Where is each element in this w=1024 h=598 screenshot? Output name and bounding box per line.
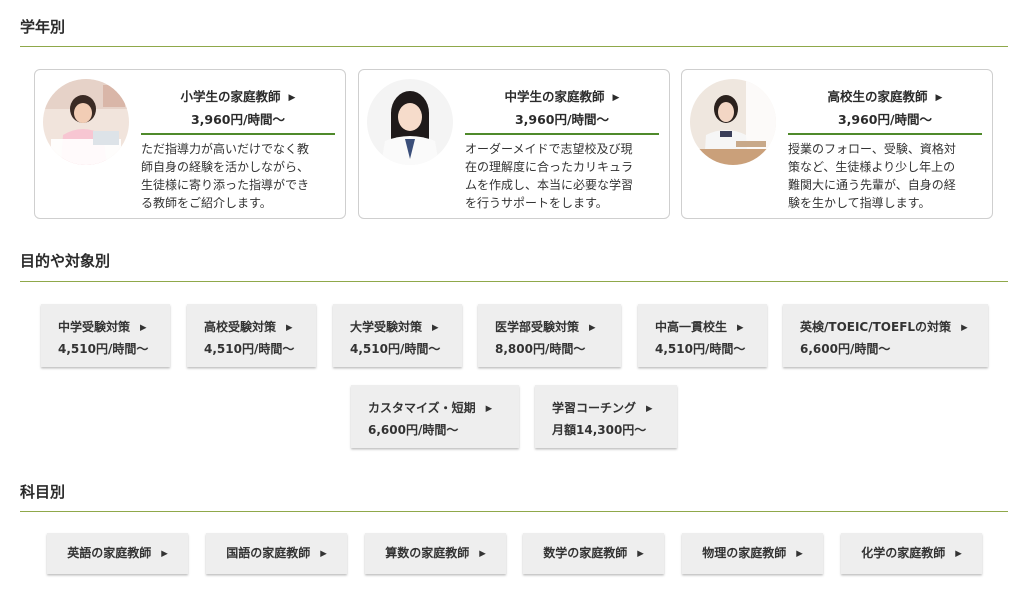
subject-item-math[interactable]: 数学の家庭教師 ▶ (523, 533, 664, 574)
caret-right-icon: ▶ (637, 549, 644, 559)
purpose-item-price: 4,510円/時間～ (58, 342, 149, 356)
caret-right-icon: ▶ (485, 404, 493, 414)
caret-right-icon: ▶ (955, 549, 962, 559)
subject-item-physics[interactable]: 物理の家庭教師 ▶ (682, 533, 823, 574)
subject-item-arithmetic[interactable]: 算数の家庭教師 ▶ (365, 533, 506, 574)
purpose-item-university-exam[interactable]: 大学受験対策 ▶ 4,510円/時間～ (333, 304, 462, 367)
section-title-subject: 科目別 (20, 483, 66, 501)
caret-right-icon: ▶ (737, 323, 744, 333)
grade-card-description: オーダーメイドで志望校及び現 在の理解度に合ったカリキュラ ムを作成し、本当に必… (465, 142, 634, 210)
caret-right-icon: ▶ (140, 323, 147, 333)
purpose-item-price: 4,510円/時間～ (350, 342, 441, 356)
card-divider (141, 133, 335, 135)
purpose-item-english-tests[interactable]: 英検/TOEIC/TOEFLの対策 ▶ 6,600円/時間～ (783, 304, 988, 367)
purpose-item-price: 月額14,300円～ (552, 423, 647, 437)
card-divider (788, 133, 982, 135)
grade-card-title: 中学生の家庭教師 (504, 89, 605, 104)
section-divider-subject (20, 511, 1008, 512)
caret-right-icon: ▶ (286, 323, 293, 333)
elementary-student-photo (43, 79, 129, 165)
grade-card-high-school[interactable]: 高校生の家庭教師 ▶ 3,960円/時間～ 授業のフォロー、受験、資格対 策など、… (681, 69, 993, 219)
purpose-item-price: 4,510円/時間～ (655, 342, 746, 356)
caret-right-icon: ▶ (646, 404, 653, 414)
subject-item-japanese[interactable]: 国語の家庭教師 ▶ (206, 533, 347, 574)
subject-item-chemistry[interactable]: 化学の家庭教師 ▶ (841, 533, 982, 574)
purpose-item-learning-coaching[interactable]: 学習コーチング ▶ 月額14,300円～ (535, 385, 677, 448)
caret-right-icon: ▶ (288, 93, 296, 103)
grade-card-price: 3,960円/時間～ (190, 112, 286, 127)
grade-card-description: ただ指導力が高いだけでなく教 師自身の経験を活かしながら、 生徒様に寄り添った指… (141, 142, 310, 210)
purpose-item-price: 4,510円/時間～ (204, 342, 295, 356)
junior-high-student-photo (367, 79, 453, 165)
purpose-item-price: 6,600円/時間～ (368, 423, 459, 437)
grade-card-title: 小学生の家庭教師 (180, 89, 281, 104)
purpose-item-high-school-exam[interactable]: 高校受験対策 ▶ 4,510円/時間～ (187, 304, 316, 367)
card-divider (465, 133, 659, 135)
purpose-item-junior-high-exam[interactable]: 中学受験対策 ▶ 4,510円/時間～ (41, 304, 170, 367)
grade-card-description: 授業のフォロー、受験、資格対 策など、生徒様より少し年上の 難関大に通う先輩が、… (788, 142, 956, 210)
section-title-purpose: 目的や対象別 (20, 252, 111, 270)
grade-card-title: 高校生の家庭教師 (827, 89, 928, 104)
caret-right-icon: ▶ (479, 549, 486, 559)
section-title-grade: 学年別 (20, 18, 66, 36)
section-divider-grade (20, 46, 1008, 47)
section-divider-purpose (20, 281, 1008, 282)
grade-card-price: 3,960円/時間～ (837, 112, 933, 127)
purpose-item-medical-exam[interactable]: 医学部受験対策 ▶ 8,800円/時間～ (478, 304, 621, 367)
caret-right-icon: ▶ (961, 323, 968, 333)
caret-right-icon: ▶ (432, 323, 439, 333)
grade-card-price: 3,960円/時間～ (514, 112, 610, 127)
purpose-item-price: 8,800円/時間～ (495, 342, 586, 356)
grade-card-junior-high[interactable]: 中学生の家庭教師 ▶ 3,960円/時間～ オーダーメイドで志望校及び現 在の理解… (358, 69, 670, 219)
purpose-item-integrated-school[interactable]: 中高一貫校生 ▶ 4,510円/時間～ (638, 304, 767, 367)
purpose-item-price: 6,600円/時間～ (800, 342, 891, 356)
grade-card-elementary[interactable]: 小学生の家庭教師 ▶ 3,960円/時間～ ただ指導力が高いだけでなく教 師自身の… (34, 69, 346, 219)
caret-right-icon: ▶ (589, 323, 596, 333)
caret-right-icon: ▶ (796, 549, 803, 559)
high-school-student-photo (690, 79, 776, 165)
subject-item-english[interactable]: 英語の家庭教師 ▶ (47, 533, 188, 574)
caret-right-icon: ▶ (935, 93, 943, 103)
caret-right-icon: ▶ (161, 549, 168, 559)
purpose-item-custom-short-term[interactable]: カスタマイズ・短期 ▶ 6,600円/時間～ (351, 385, 519, 448)
caret-right-icon: ▶ (612, 93, 620, 103)
caret-right-icon: ▶ (320, 549, 327, 559)
